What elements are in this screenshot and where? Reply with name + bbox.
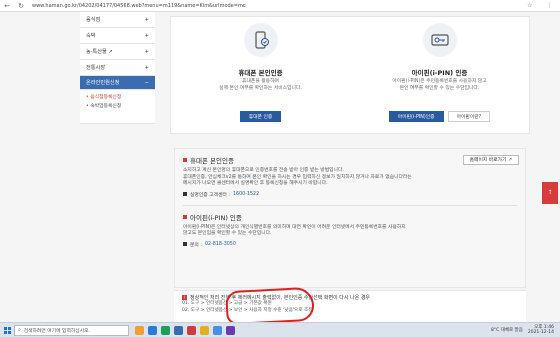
ipin-info-section: 아이핀(i-PIN) 인증 아이핀(i-PIN)은 인터넷상의 개인식별번호를 … xyxy=(183,204,517,248)
collapse-icon: − xyxy=(144,79,149,86)
ipin-contact-icon xyxy=(183,242,187,246)
address-bar[interactable]: www.haman.go.kr/04202/04177/04568.web?me… xyxy=(28,3,520,9)
submenu-item-restaurant-register[interactable]: • 음식점등록신청 xyxy=(86,93,149,102)
taskbar-app-icon[interactable] xyxy=(213,325,222,335)
clock-date: 2021-12-14 xyxy=(527,330,554,335)
expand-icon: + xyxy=(144,48,149,55)
taskbar-app-icon[interactable] xyxy=(174,325,183,335)
expand-icon: + xyxy=(144,32,149,39)
homepage-link-button[interactable]: 홈페이지 바로가기 ↗ xyxy=(462,155,519,165)
sidebar-item-label: 음식점 xyxy=(86,17,101,23)
taskbar-apps xyxy=(135,325,235,335)
info-line: 소지하고 계신 본인명의 휴대폰으로 인증번호를 전송 받아 인증 받는 방법입… xyxy=(183,168,344,173)
ipin-auth-card: 아이핀(i-PIN) 인증 아이핀(i-PIN)은 주민등록번호를 사용하지 않… xyxy=(350,17,529,133)
phone-contact: 실명인증 고객센터 :1600-1522 xyxy=(183,191,517,198)
sidebar-item-specialty[interactable]: 농·특산물 ↗ + xyxy=(80,44,155,60)
sidebar-item-restaurant[interactable]: 음식점 + xyxy=(80,12,155,28)
auth-cards: 휴대폰 본인인증 휴대폰을 활용하여 실제 본인 여부를 확인하는 서비스입니다… xyxy=(170,16,530,134)
expand-icon: + xyxy=(144,64,149,71)
ipin-info-heading: 아이핀(i-PIN) 인증 xyxy=(183,212,517,222)
ipin-info-title: 아이핀(i-PIN) 인증 xyxy=(190,213,242,222)
info-line: 않고도 본인임을 확인할 수 있는 수단입니다. xyxy=(183,231,272,236)
phone-contact-icon xyxy=(183,192,187,196)
warning-icon: ! xyxy=(182,295,187,300)
sidebar: 음식점 + 숙박 + 농·특산물 ↗ + 전통시장 + 온라인민원신청 − • 음식점등록… xyxy=(80,12,155,322)
sidebar-item-lodging[interactable]: 숙박 + xyxy=(80,28,155,44)
ipin-auth-buttons: 아이핀(i-PIN)인증 아이핀이란? xyxy=(350,111,529,122)
phone-auth-buttons: 휴대폰 인증 xyxy=(171,111,350,122)
info-line: 휴대폰인증, 안심체크v2를 통하여 본인 확인을 하시는 경우 입력하신 정보… xyxy=(183,174,412,180)
back-icon[interactable]: ← xyxy=(4,2,10,10)
ipin-auth-desc: 아이핀(i-PIN)은 주민등록번호를 사용하지 않고 본인 여부를 확인할 수… xyxy=(370,79,509,92)
bookmark-star-icon[interactable]: ☆ xyxy=(527,2,532,9)
sidebar-item-label: 농·특산물 ↗ xyxy=(86,49,113,55)
sidebar-item-market[interactable]: 전통시장 + xyxy=(80,60,155,76)
page-body: 음식점 + 숙박 + 농·특산물 ↗ + 전통시장 + 온라인민원신청 − • 음식점등록… xyxy=(0,12,560,322)
sidebar-item-label: 숙박 xyxy=(86,33,96,39)
bullet-icon xyxy=(183,158,187,162)
refresh-icon[interactable]: ↻ xyxy=(18,2,24,10)
phone-auth-card: 휴대폰 본인인증 휴대폰을 활용하여 실제 본인 여부를 확인하는 서비스입니다… xyxy=(171,17,350,133)
taskbar-app-icon[interactable] xyxy=(226,325,235,335)
auth-info-panel: 휴대폰 본인인증 홈페이지 바로가기 ↗ 소지하고 계신 본인명의 휴대폰으로 … xyxy=(174,148,526,288)
ipin-contact: 문의 :02-818-3050 xyxy=(183,241,517,248)
phone-auth-title: 휴대폰 본인인증 xyxy=(238,69,283,77)
phone-auth-desc: 휴대폰을 활용하여 실제 본인 여부를 확인하는 서비스입니다. xyxy=(191,79,330,92)
phone-icon xyxy=(243,23,278,57)
ipin-about-button[interactable]: 아이핀이란? xyxy=(447,111,491,122)
sidebar-item-online-request[interactable]: 온라인민원신청 − xyxy=(80,76,155,90)
sidebar-item-label: 온라인민원신청 xyxy=(86,80,120,86)
scroll-top-button[interactable]: ↑ xyxy=(542,182,558,204)
windows-icon xyxy=(3,326,11,334)
bullet-icon xyxy=(183,214,187,219)
contact-number: 02-818-3050 xyxy=(204,241,236,247)
desc-line: 본인 여부를 확인할 수 있는 수단입니다. xyxy=(399,85,480,91)
phone-auth-button[interactable]: 휴대폰 인증 xyxy=(239,111,282,122)
left-gutter xyxy=(0,12,80,322)
contact-number: 1600-1522 xyxy=(232,191,260,197)
desc-line: 실제 본인 여부를 확인하는 서비스입니다. xyxy=(219,85,302,91)
taskbar-app-icon[interactable] xyxy=(148,325,157,335)
taskbar-app-icon[interactable] xyxy=(135,325,144,335)
ipin-auth-button[interactable]: 아이핀(i-PIN)인증 xyxy=(388,111,444,122)
sidebar-item-label: 전통시장 xyxy=(86,65,106,71)
ipin-info-desc: 아이핀(i-PIN)은 인터넷상의 개인식별번호를 의미하며 대면 확인이 어려… xyxy=(183,225,517,238)
annotation-circle xyxy=(225,286,315,326)
contact-label: 문의 : xyxy=(190,242,202,248)
clock[interactable]: 오후 1:46 2021-12-14 xyxy=(528,325,554,336)
system-tray: 8°C 대체로 맑음 오후 1:46 2021-12-14 xyxy=(491,325,560,336)
contact-label: 실명인증 고객센터 : xyxy=(190,192,230,198)
phone-info-desc: 소지하고 계신 본인명의 휴대폰으로 인증번호를 전송 받아 인증 받는 방법입… xyxy=(183,168,517,188)
sidebar-submenu: • 음식점등록신청 • 숙박업등록신청 xyxy=(80,90,155,124)
info-line: 메시지가 나오면 콜센터에서 실명확인 후 등록신청을 해주시기 바랍니다. xyxy=(183,181,328,186)
browser-nav: ← ↻ xyxy=(0,2,28,10)
taskbar-app-icon[interactable] xyxy=(187,325,196,335)
taskbar-app-icon[interactable] xyxy=(161,325,170,335)
taskbar: ⌕ 검색하려면 여기에 입력하십시오. 8°C 대체로 맑음 오후 1:46 2… xyxy=(0,322,560,337)
main-content: 휴대폰 본인인증 휴대폰을 활용하여 실제 본인 여부를 확인하는 서비스입니다… xyxy=(170,12,530,322)
browser-toolbar: ← ↻ www.haman.go.kr/04202/04177/04568.we… xyxy=(0,0,560,12)
menu-icon[interactable]: ⋮ xyxy=(547,2,553,9)
browser-tools: ☆ ⋮ xyxy=(520,2,560,9)
search-icon: ⌕ xyxy=(18,328,21,333)
taskbar-app-icon[interactable] xyxy=(200,325,209,335)
ipin-key-icon xyxy=(422,23,457,57)
phone-info-title: 휴대폰 본인인증 xyxy=(190,157,234,165)
taskbar-search[interactable]: ⌕ 검색하려면 여기에 입력하십시오. xyxy=(14,324,129,336)
weather-text[interactable]: 8°C 대체로 맑음 xyxy=(491,327,523,333)
start-button[interactable] xyxy=(0,326,14,334)
expand-icon: + xyxy=(144,16,149,23)
ipin-auth-title: 아이핀(i-PIN) 인증 xyxy=(411,69,468,77)
search-placeholder: 검색하려면 여기에 입력하십시오. xyxy=(23,328,91,334)
info-line: 아이핀(i-PIN)은 인터넷상의 개인식별번호를 의미하며 대면 확인이 어려… xyxy=(183,224,406,230)
submenu-item-lodging-register[interactable]: • 숙박업등록신청 xyxy=(86,102,149,111)
